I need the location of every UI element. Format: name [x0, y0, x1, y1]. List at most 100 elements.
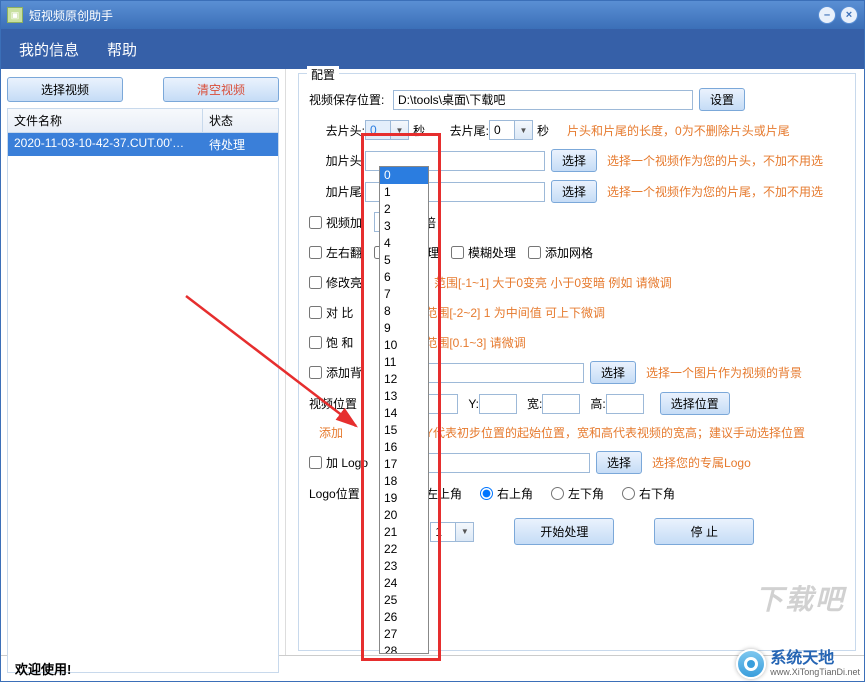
- dropdown-option[interactable]: 27: [380, 626, 428, 643]
- cut-head-dropdown[interactable]: ▼: [391, 120, 409, 140]
- cut-hint: 片头和片尾的长度，0为不删除片头或片尾: [567, 122, 790, 139]
- mirror-checkbox[interactable]: [309, 246, 322, 259]
- pos-y-input[interactable]: [479, 394, 517, 414]
- radio-tr-label: 右上角: [497, 485, 533, 502]
- pos-h-input[interactable]: [606, 394, 644, 414]
- minimize-button[interactable]: –: [818, 6, 836, 24]
- dropdown-option[interactable]: 17: [380, 456, 428, 473]
- contrast-label: 对 比: [326, 304, 353, 321]
- threads-dropdown[interactable]: ▼: [456, 522, 474, 542]
- row-status: 待处理: [203, 133, 278, 156]
- dropdown-option[interactable]: 7: [380, 286, 428, 303]
- select-video-button[interactable]: 选择视频: [7, 77, 123, 102]
- title-bar: ▣ 短视频原创助手 – ×: [1, 1, 864, 29]
- cut-head-label: 去片头:: [309, 122, 365, 139]
- saturation-label: 饱 和: [326, 334, 353, 351]
- pos-w-input[interactable]: [542, 394, 580, 414]
- start-button[interactable]: 开始处理: [514, 518, 614, 545]
- dropdown-option[interactable]: 1: [380, 184, 428, 201]
- add-head-select-button[interactable]: 选择: [551, 149, 597, 172]
- bg-select-button[interactable]: 选择: [590, 361, 636, 384]
- dropdown-option[interactable]: 23: [380, 558, 428, 575]
- pos-button[interactable]: 选择位置: [660, 392, 730, 415]
- dropdown-option[interactable]: 15: [380, 422, 428, 439]
- blur-checkbox[interactable]: [451, 246, 464, 259]
- dropdown-option[interactable]: 19: [380, 490, 428, 507]
- mirror-label: 左右翻: [326, 244, 362, 261]
- site-watermark: 系统天地 www.XiTongTianDi.net: [736, 649, 860, 679]
- speed-checkbox[interactable]: [309, 216, 322, 229]
- saturation-hint: 范围[0.1~3] 请微调: [425, 334, 525, 351]
- dropdown-option[interactable]: 25: [380, 592, 428, 609]
- grid-checkbox[interactable]: [528, 246, 541, 259]
- dropdown-option[interactable]: 12: [380, 371, 428, 388]
- watermark-badge-icon: [736, 649, 766, 679]
- pos-h-label: 高:: [590, 395, 605, 412]
- window-title: 短视频原创助手: [29, 7, 814, 24]
- cut-tail-dropdown[interactable]: ▼: [515, 120, 533, 140]
- dropdown-option[interactable]: 10: [380, 337, 428, 354]
- dropdown-option[interactable]: 11: [380, 354, 428, 371]
- set-path-button[interactable]: 设置: [699, 88, 745, 111]
- clear-video-button[interactable]: 清空视频: [163, 77, 279, 102]
- cut-head-dropdown-list[interactable]: 0123456789101112131415161718192021222324…: [379, 166, 429, 654]
- radio-bottom-left[interactable]: [551, 487, 564, 500]
- brightness-hint: 范围[-1~1] 大于0变亮 小于0变暗 例如 请微调: [434, 274, 672, 291]
- threads-input[interactable]: [430, 522, 456, 542]
- dropdown-option[interactable]: 18: [380, 473, 428, 490]
- pos-y-label: Y:: [468, 397, 479, 411]
- dropdown-option[interactable]: 9: [380, 320, 428, 337]
- add-tail-label: 加片尾:: [309, 183, 365, 200]
- dropdown-option[interactable]: 21: [380, 524, 428, 541]
- cut-tail-input[interactable]: [489, 120, 515, 140]
- brightness-label: 修改亮: [326, 274, 362, 291]
- pos-hint-a: 添加: [319, 424, 343, 441]
- save-path-input[interactable]: [393, 90, 693, 110]
- col-status: 状态: [203, 109, 278, 132]
- dropdown-option[interactable]: 28: [380, 643, 428, 653]
- menu-my-info[interactable]: 我的信息: [19, 39, 79, 60]
- logo-pos-label: Logo位置: [309, 485, 369, 502]
- logo-input[interactable]: [410, 453, 590, 473]
- pos-label: 视频位置: [309, 395, 369, 412]
- dropdown-option[interactable]: 3: [380, 218, 428, 235]
- menu-help[interactable]: 帮助: [107, 39, 137, 60]
- radio-tl-label: 左上角: [426, 485, 462, 502]
- dropdown-option[interactable]: 13: [380, 388, 428, 405]
- add-head-hint: 选择一个视频作为您的片头，不加不用选: [607, 152, 823, 169]
- file-list[interactable]: 2020-11-03-10-42-37.CUT.00'… 待处理: [7, 133, 279, 673]
- cut-head-input[interactable]: [365, 120, 391, 140]
- dropdown-option[interactable]: 26: [380, 609, 428, 626]
- dropdown-option[interactable]: 0: [380, 167, 428, 184]
- bg-checkbox[interactable]: [309, 366, 322, 379]
- dropdown-option[interactable]: 5: [380, 252, 428, 269]
- logo-label: 加 Logo: [326, 454, 368, 471]
- logo-checkbox[interactable]: [309, 456, 322, 469]
- add-tail-select-button[interactable]: 选择: [551, 180, 597, 203]
- right-panel: 配置 视频保存位置: 设置 去片头: ▼ 秒 去片尾: ▼ 秒 片头和片尾的长度…: [286, 69, 864, 655]
- dropdown-option[interactable]: 8: [380, 303, 428, 320]
- brightness-checkbox[interactable]: [309, 276, 322, 289]
- file-list-row[interactable]: 2020-11-03-10-42-37.CUT.00'… 待处理: [8, 133, 278, 156]
- left-panel: 选择视频 清空视频 文件名称 状态 2020-11-03-10-42-37.CU…: [1, 69, 286, 655]
- radio-top-right[interactable]: [480, 487, 493, 500]
- logo-select-button[interactable]: 选择: [596, 451, 642, 474]
- close-button[interactable]: ×: [840, 6, 858, 24]
- dropdown-option[interactable]: 14: [380, 405, 428, 422]
- cut-tail-label: 去片尾:: [433, 122, 489, 139]
- dropdown-option[interactable]: 24: [380, 575, 428, 592]
- dropdown-option[interactable]: 4: [380, 235, 428, 252]
- bg-hint: 选择一个图片作为视频的背景: [646, 364, 802, 381]
- dropdown-option[interactable]: 20: [380, 507, 428, 524]
- col-filename: 文件名称: [8, 109, 203, 132]
- dropdown-option[interactable]: 6: [380, 269, 428, 286]
- bg-input[interactable]: [404, 363, 584, 383]
- contrast-checkbox[interactable]: [309, 306, 322, 319]
- saturation-checkbox[interactable]: [309, 336, 322, 349]
- radio-bottom-right[interactable]: [622, 487, 635, 500]
- dropdown-option[interactable]: 2: [380, 201, 428, 218]
- dropdown-option[interactable]: 22: [380, 541, 428, 558]
- bg-label: 添加背: [326, 364, 362, 381]
- dropdown-option[interactable]: 16: [380, 439, 428, 456]
- stop-button[interactable]: 停 止: [654, 518, 754, 545]
